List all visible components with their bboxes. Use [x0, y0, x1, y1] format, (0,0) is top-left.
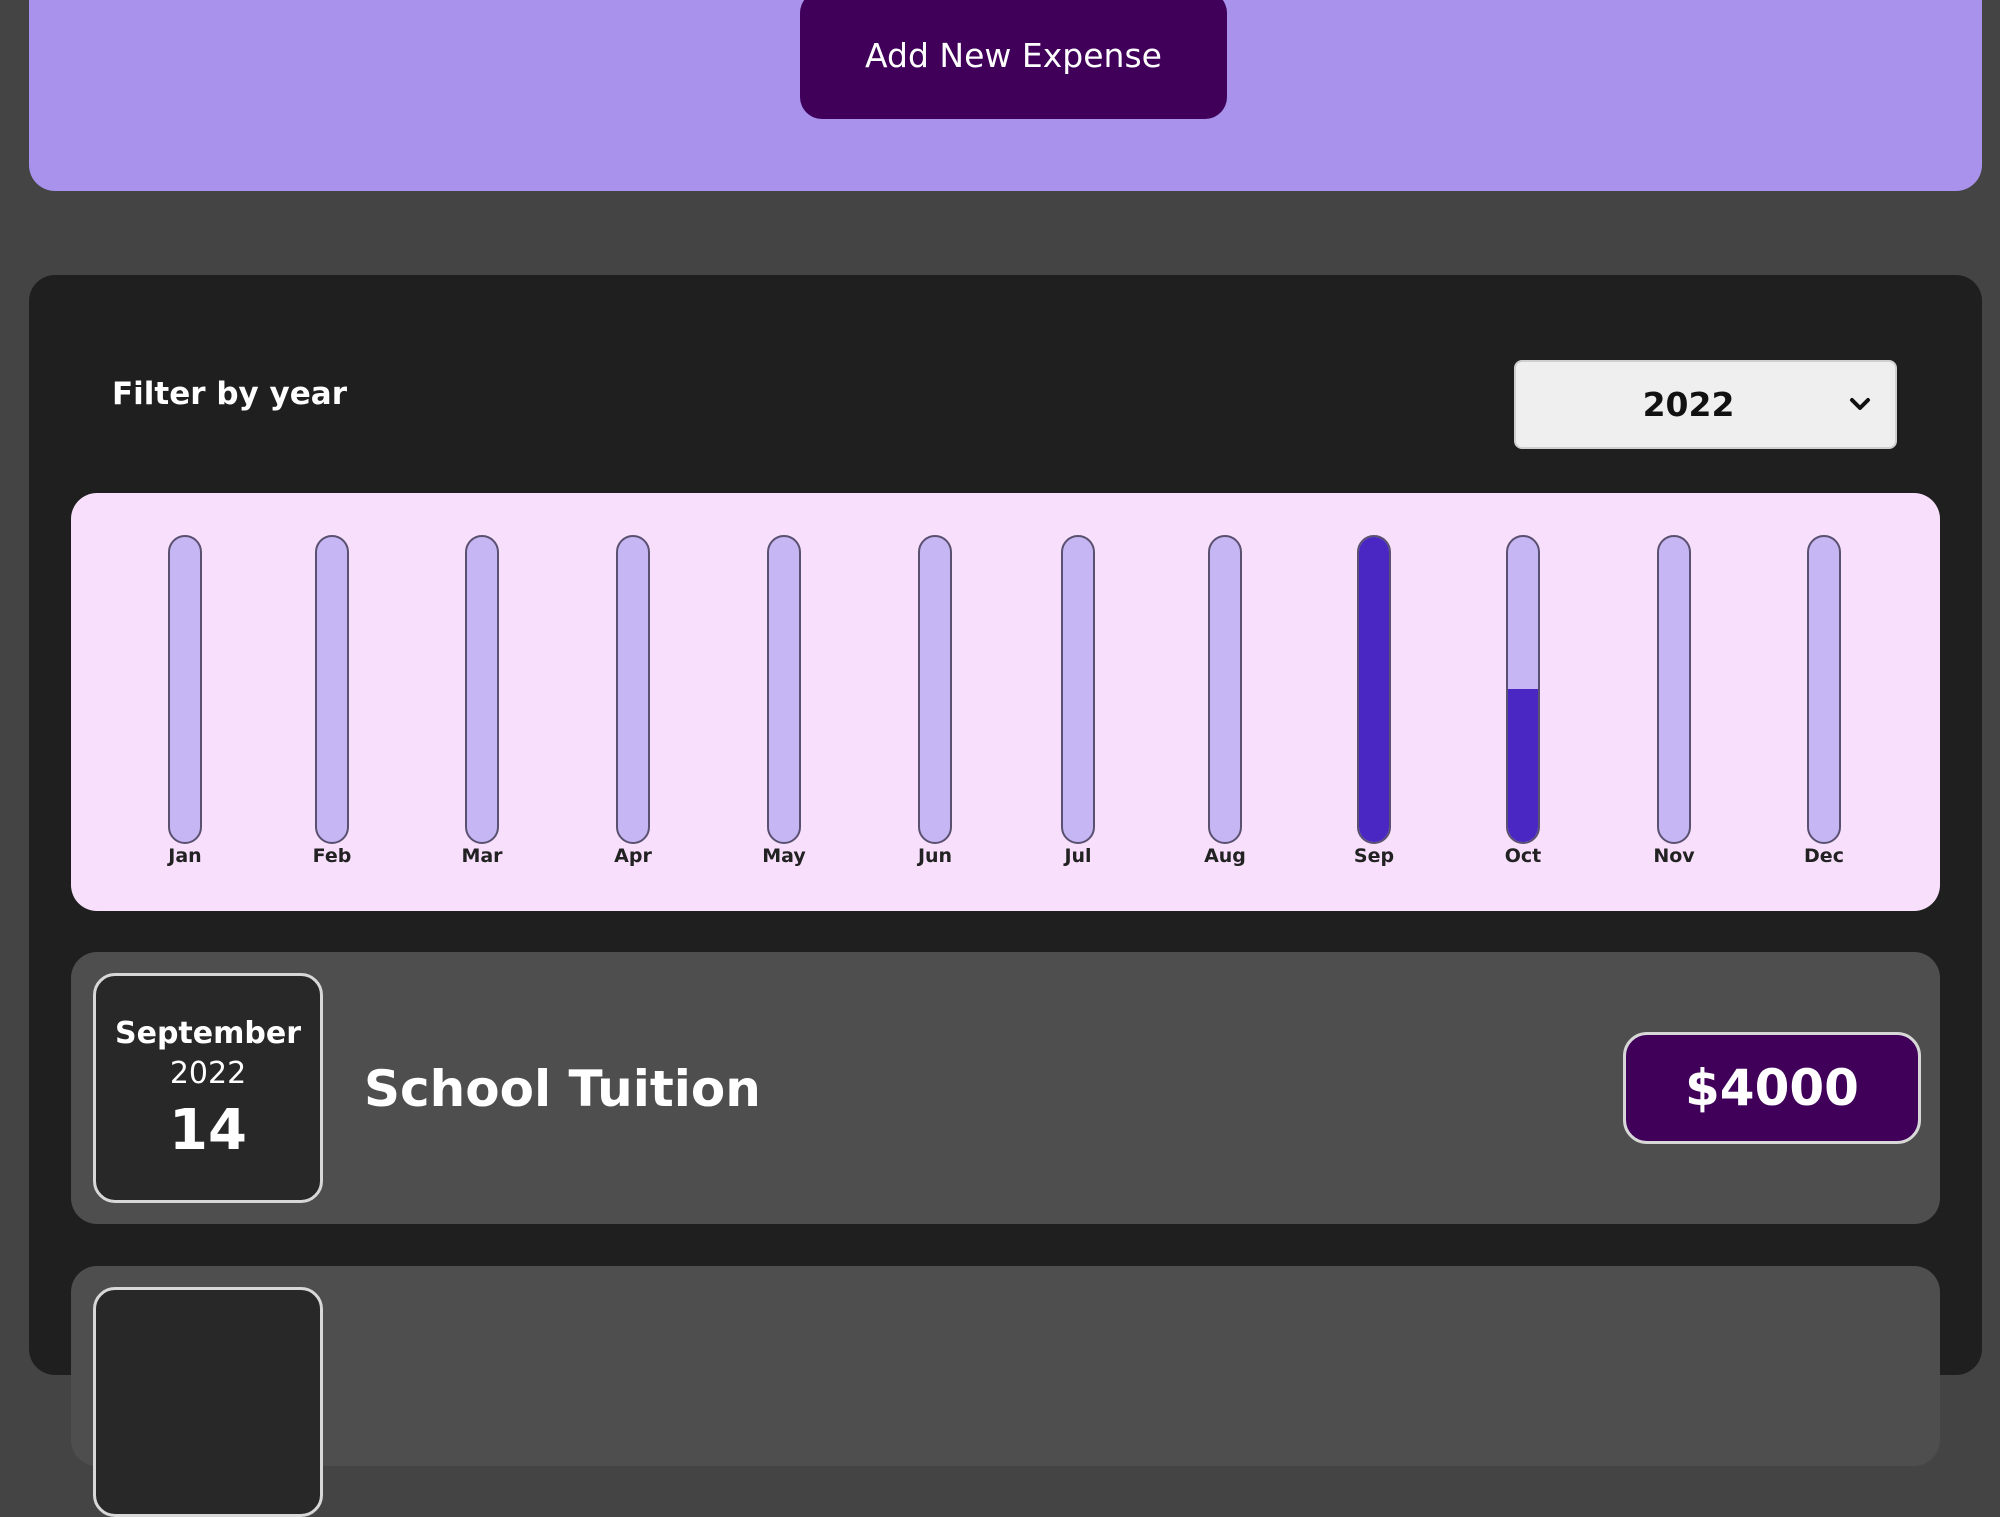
chart-bar-sep [1357, 535, 1391, 844]
chart-bar-label-may: May [762, 845, 806, 867]
chart-bar-label-sep: Sep [1353, 845, 1395, 867]
year-select-value: 2022 [1642, 385, 1735, 424]
expense-date: September 2022 14 [93, 973, 323, 1203]
filter-label: Filter by year [112, 376, 347, 412]
year-select[interactable]: 2022 [1514, 360, 1897, 449]
chart-bar-label-feb: Feb [312, 845, 352, 867]
chart-bar-label-nov: Nov [1653, 845, 1695, 867]
add-new-expense-button[interactable]: Add New Expense [800, 0, 1227, 119]
chart-bar-may [767, 535, 801, 844]
chart-bar-mar [465, 535, 499, 844]
chart-bar-fill-sep [1359, 537, 1389, 842]
chart-bar-label-dec: Dec [1804, 845, 1844, 867]
expense-date-month: September [115, 1016, 301, 1051]
chevron-down-icon [1850, 398, 1870, 410]
expense-amount-badge: $4000 [1623, 1032, 1921, 1144]
chart-bar-aug [1208, 535, 1242, 844]
chart-bar-oct [1506, 535, 1540, 844]
new-expense-panel: Add New Expense [29, 0, 1982, 191]
chart-bar-label-mar: Mar [461, 845, 503, 867]
expense-item[interactable] [71, 1266, 1940, 1517]
chart-bar-label-jan: Jan [168, 845, 202, 867]
chart-bar-feb [315, 535, 349, 844]
expense-title: School Tuition [364, 1060, 761, 1118]
expense-date-day: 14 [169, 1098, 247, 1163]
chart-bar-apr [616, 535, 650, 844]
chart-bar-label-jun: Jun [917, 845, 953, 867]
chart-bar-jul [1061, 535, 1095, 844]
expense-item[interactable]: September 2022 14 School Tuition $4000 [71, 952, 1940, 1224]
chart-bar-label-oct: Oct [1504, 845, 1542, 867]
expense-date [93, 1287, 323, 1517]
chart-bar-label-aug: Aug [1204, 845, 1246, 867]
chart-bar-jan [168, 535, 202, 844]
expense-date-year: 2022 [169, 1056, 247, 1091]
chart-bar-nov [1657, 535, 1691, 844]
expenses-chart: Jan Feb Mar Apr May Jun Jul Aug Sep Oct Nov Dec [71, 493, 1940, 911]
chart-bar-label-jul: Jul [1064, 845, 1092, 867]
chart-bar-dec [1807, 535, 1841, 844]
chart-bar-label-apr: Apr [614, 845, 652, 867]
chart-bar-jun [918, 535, 952, 844]
chart-bar-fill-oct [1508, 689, 1538, 842]
